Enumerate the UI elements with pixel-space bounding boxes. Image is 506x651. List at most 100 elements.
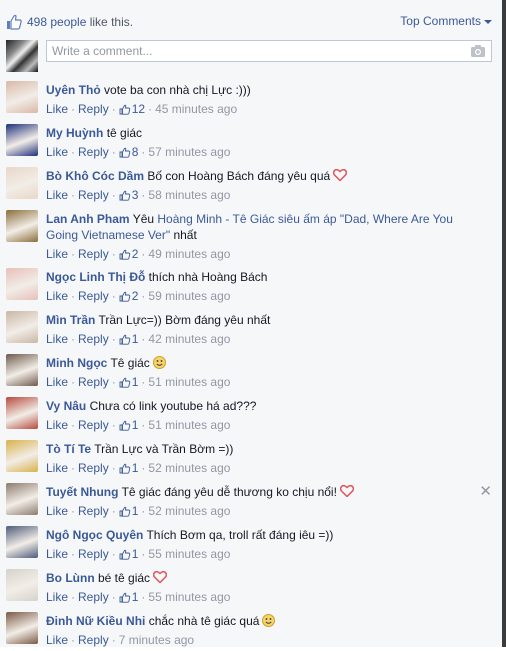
close-icon[interactable]: ✕ — [479, 482, 492, 500]
reply-link[interactable]: Reply — [78, 288, 109, 304]
comment-timestamp[interactable]: 52 minutes ago — [148, 460, 230, 476]
smile-emoji-icon — [262, 614, 276, 627]
comment-timestamp[interactable]: 55 minutes ago — [148, 546, 230, 562]
avatar[interactable] — [6, 526, 38, 558]
like-link[interactable]: Like — [46, 187, 68, 203]
comment-like-count[interactable]: 1 — [119, 331, 138, 347]
avatar[interactable] — [6, 612, 38, 644]
comment-timestamp[interactable]: 42 minutes ago — [148, 331, 230, 347]
comment-text: vote ba con nhà chị Lực :))) — [104, 83, 251, 97]
commenter-name[interactable]: Đinh Nữ Kiều Nhi — [46, 614, 145, 628]
comment-like-count[interactable]: 1 — [119, 503, 138, 519]
reply-link[interactable]: Reply — [78, 331, 109, 347]
avatar[interactable] — [6, 268, 38, 300]
comment-timestamp[interactable]: 55 minutes ago — [148, 589, 230, 605]
commenter-name[interactable]: Ngọc Linh Thị Đỗ — [46, 270, 145, 284]
commenter-name[interactable]: Ngô Ngọc Quyên — [46, 528, 143, 542]
avatar[interactable] — [6, 124, 38, 156]
commenter-name[interactable]: My Huỳnh — [46, 126, 103, 140]
comment-meta: Like · Reply · 8 · 57 minutes ago — [46, 144, 486, 160]
reply-link[interactable]: Reply — [78, 632, 109, 648]
separator: · — [111, 504, 116, 518]
like-link[interactable]: Like — [46, 589, 68, 605]
comment-text: Bố con Hoàng Bách đáng yêu quá — [147, 169, 331, 183]
avatar[interactable] — [6, 397, 38, 429]
comment-body: Ngô Ngọc Quyên Thích Bơm qa, troll rất đ… — [46, 527, 486, 562]
avatar[interactable] — [6, 311, 38, 343]
like-count-value: 1 — [131, 547, 139, 561]
avatar[interactable] — [6, 81, 38, 113]
reply-link[interactable]: Reply — [78, 546, 109, 562]
comment-like-count[interactable]: 1 — [119, 374, 138, 390]
likes-text: 498 people like this. — [27, 15, 133, 29]
commenter-name[interactable]: Tò Tí Te — [46, 442, 91, 456]
commenter-name[interactable]: Minh Ngọc — [46, 356, 107, 370]
like-link[interactable]: Like — [46, 546, 68, 562]
separator: · — [111, 247, 116, 261]
reply-link[interactable]: Reply — [78, 101, 109, 117]
avatar[interactable] — [6, 210, 38, 242]
reply-link[interactable]: Reply — [78, 503, 109, 519]
likes-count-link[interactable]: 498 people — [27, 15, 86, 29]
commenter-name[interactable]: Bò Khô Cóc Dầm — [46, 169, 144, 183]
separator: · — [141, 590, 146, 604]
comment-like-count[interactable]: 2 — [119, 288, 138, 304]
comment-input[interactable] — [46, 40, 492, 62]
separator: · — [141, 418, 146, 432]
like-link[interactable]: Like — [46, 246, 68, 262]
like-link[interactable]: Like — [46, 632, 68, 648]
commenter-name[interactable]: Bo Lùnn — [46, 571, 95, 585]
avatar[interactable] — [6, 40, 38, 72]
avatar[interactable] — [6, 354, 38, 386]
camera-icon[interactable] — [470, 44, 486, 58]
commenter-name[interactable]: Mìn Trần — [46, 313, 95, 327]
commenter-name[interactable]: Uyên Thỏ — [46, 83, 101, 97]
commenter-name[interactable]: Vy Nâu — [46, 399, 86, 413]
avatar[interactable] — [6, 483, 38, 515]
comment-timestamp[interactable]: 57 minutes ago — [148, 144, 230, 160]
comment-timestamp[interactable]: 45 minutes ago — [155, 101, 237, 117]
comment-timestamp[interactable]: 52 minutes ago — [148, 503, 230, 519]
comment-timestamp[interactable]: 7 minutes ago — [119, 632, 194, 648]
comment-meta: Like · Reply · 2 · 59 minutes ago — [46, 288, 486, 304]
like-link[interactable]: Like — [46, 374, 68, 390]
reply-link[interactable]: Reply — [78, 417, 109, 433]
commenter-name[interactable]: Tuyết Nhung — [46, 485, 118, 499]
reply-link[interactable]: Reply — [78, 144, 109, 160]
separator: · — [111, 375, 116, 389]
commenter-name[interactable]: Lan Anh Pham — [46, 212, 130, 226]
like-link[interactable]: Like — [46, 460, 68, 476]
comment-like-count[interactable]: 1 — [119, 589, 138, 605]
reply-link[interactable]: Reply — [78, 187, 109, 203]
reply-link[interactable]: Reply — [78, 589, 109, 605]
comment-timestamp[interactable]: 51 minutes ago — [148, 374, 230, 390]
avatar[interactable] — [6, 440, 38, 472]
comment-like-count[interactable]: 3 — [119, 187, 138, 203]
sort-dropdown[interactable]: Top Comments — [400, 14, 492, 28]
comment-like-count[interactable]: 2 — [119, 246, 138, 262]
comment-timestamp[interactable]: 49 minutes ago — [148, 246, 230, 262]
like-link[interactable]: Like — [46, 144, 68, 160]
like-link[interactable]: Like — [46, 417, 68, 433]
reply-link[interactable]: Reply — [78, 374, 109, 390]
comment-like-count[interactable]: 1 — [119, 546, 139, 562]
comment-timestamp[interactable]: 59 minutes ago — [148, 288, 230, 304]
reply-link[interactable]: Reply — [78, 460, 109, 476]
like-link[interactable]: Like — [46, 288, 68, 304]
comment-text: Tê giác — [110, 356, 150, 370]
like-link[interactable]: Like — [46, 101, 68, 117]
avatar[interactable] — [6, 569, 38, 601]
comment-text: Tê giác đáng yêu dễ thương ko chịu nổi! — [121, 485, 337, 499]
comment-like-count[interactable]: 1 — [119, 460, 138, 476]
like-link[interactable]: Like — [46, 331, 68, 347]
reply-link[interactable]: Reply — [78, 246, 109, 262]
comment-timestamp[interactable]: 51 minutes ago — [148, 417, 230, 433]
thumbs-up-icon[interactable] — [6, 14, 22, 30]
like-link[interactable]: Like — [46, 503, 68, 519]
comment-line: Ngọc Linh Thị Đỗ thích nhà Hoàng Bách — [46, 269, 486, 285]
avatar[interactable] — [6, 167, 38, 199]
comment-timestamp[interactable]: 58 minutes ago — [148, 187, 230, 203]
comment-like-count[interactable]: 1 — [119, 417, 138, 433]
comment-like-count[interactable]: 8 — [119, 144, 138, 160]
comment-like-count[interactable]: 12 — [119, 101, 145, 117]
